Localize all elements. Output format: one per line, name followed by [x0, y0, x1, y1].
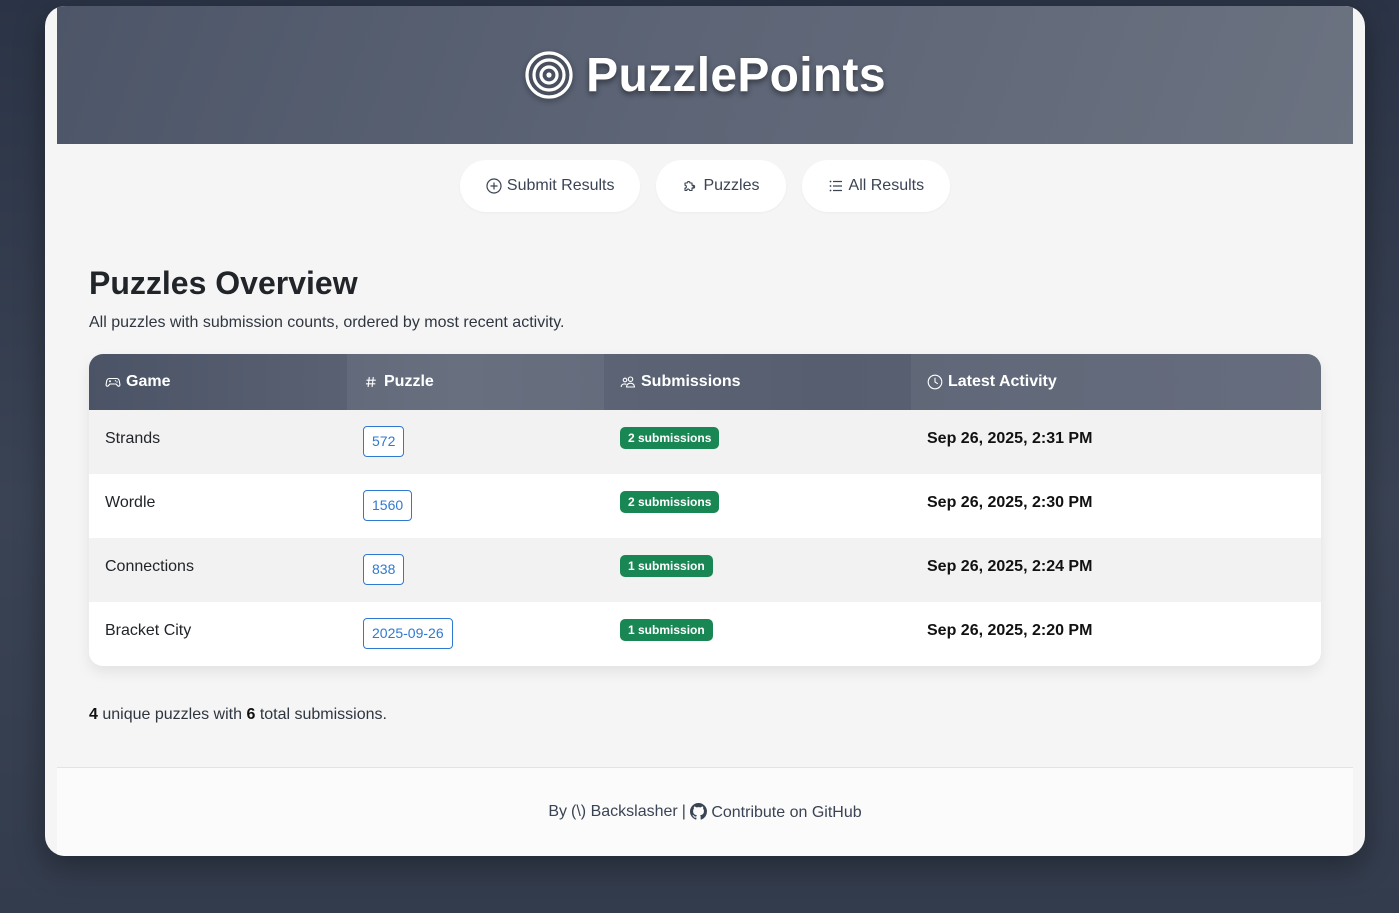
author-link[interactable]: (\) Backslasher	[571, 803, 678, 821]
game-cell: Bracket City	[105, 622, 192, 639]
submissions-cell: 2 submissions	[604, 474, 911, 538]
summary-end-text: total submissions.	[259, 706, 387, 723]
list-icon	[829, 180, 842, 192]
latest-activity-cell: Sep 26, 2025, 2:20 PM	[927, 622, 1093, 639]
footer-separator: |	[681, 803, 686, 820]
clock-icon	[927, 374, 943, 390]
column-header-latest-activity-label: Latest Activity	[948, 373, 1057, 390]
column-header-submissions-label: Submissions	[641, 373, 741, 390]
submissions-cell: 1 submission	[604, 538, 911, 602]
puzzle-cell: 572	[347, 410, 604, 474]
puzzle-cell: 2025-09-26	[347, 602, 604, 666]
footer: By (\) Backslasher | Contribute on GitHu…	[57, 767, 1353, 856]
game-cell: Strands	[105, 430, 161, 447]
unique-puzzle-count: 4	[89, 706, 98, 723]
table-row: Bracket City 2025-09-26 1 submission Sep…	[89, 602, 1321, 666]
game-cell: Wordle	[105, 494, 156, 511]
submissions-badge: 1 submission	[620, 555, 713, 577]
puzzle-link[interactable]: 1560	[363, 490, 413, 521]
submit-results-button[interactable]: Submit Results	[459, 160, 641, 212]
page-subtitle: All puzzles with submission counts, orde…	[89, 314, 565, 331]
latest-activity-cell: Sep 26, 2025, 2:30 PM	[927, 494, 1093, 511]
page-title: Puzzles Overview	[89, 265, 358, 301]
submissions-badge: 2 submissions	[620, 427, 720, 449]
latest-activity-cell: Sep 26, 2025, 2:24 PM	[927, 558, 1093, 575]
column-header-game-label: Game	[126, 373, 171, 390]
github-link-label: Contribute on GitHub	[711, 803, 862, 821]
latest-activity-cell: Sep 26, 2025, 2:31 PM	[927, 430, 1093, 447]
plus-circle-icon	[486, 178, 502, 194]
main-nav: Submit Results Puzzles All Results	[45, 160, 1365, 212]
hash-icon	[366, 376, 376, 388]
main-card: PuzzlePoints Submit Results Puzzles All …	[45, 6, 1365, 856]
summary-middle-text: unique puzzles with	[102, 706, 242, 723]
column-header-submissions: Submissions	[604, 354, 911, 410]
column-header-latest-activity: Latest Activity	[911, 354, 1321, 410]
puzzle-link[interactable]: 838	[363, 554, 405, 585]
puzzles-table: Game Puzzle Submissions Latest Activity …	[89, 354, 1321, 666]
total-submission-count: 6	[246, 706, 256, 723]
submissions-badge: 1 submission	[620, 619, 713, 641]
puzzle-link[interactable]: 572	[363, 426, 405, 457]
all-results-button[interactable]: All Results	[801, 160, 951, 212]
main-content: Puzzles Overview All puzzles with submis…	[89, 262, 1321, 724]
controller-icon	[105, 377, 121, 387]
github-link[interactable]: Contribute on GitHub	[689, 802, 862, 822]
game-cell: Connections	[105, 558, 194, 575]
column-header-puzzle-label: Puzzle	[384, 373, 434, 390]
submissions-cell: 1 submission	[604, 602, 911, 666]
puzzle-icon	[684, 181, 696, 192]
submissions-badge: 2 submissions	[620, 491, 720, 513]
puzzle-cell: 1560	[347, 474, 604, 538]
table-row: Connections 838 1 submission Sep 26, 202…	[89, 538, 1321, 602]
submit-results-label: Submit Results	[506, 177, 615, 194]
column-header-puzzle: Puzzle	[347, 354, 604, 410]
brand[interactable]: PuzzlePoints	[524, 48, 886, 103]
puzzle-link[interactable]: 2025-09-26	[363, 618, 453, 649]
table-row: Strands 572 2 submissions Sep 26, 2025, …	[89, 410, 1321, 474]
target-icon	[525, 51, 573, 99]
app-title: PuzzlePoints	[586, 48, 886, 102]
all-results-label: All Results	[848, 177, 925, 194]
footer-by-label: By	[548, 803, 568, 820]
table-row: Wordle 1560 2 submissions Sep 26, 2025, …	[89, 474, 1321, 538]
puzzle-cell: 838	[347, 538, 604, 602]
summary-text: 4 unique puzzles with 6 total submission…	[89, 706, 1321, 724]
puzzles-label: Puzzles	[703, 177, 760, 194]
github-icon	[689, 802, 707, 820]
table-header: Game Puzzle Submissions Latest Activity	[89, 354, 1321, 410]
submissions-cell: 2 submissions	[604, 410, 911, 474]
header-banner: PuzzlePoints	[57, 6, 1353, 144]
puzzles-button[interactable]: Puzzles	[656, 160, 786, 212]
column-header-game: Game	[89, 354, 347, 410]
people-icon	[620, 376, 636, 388]
